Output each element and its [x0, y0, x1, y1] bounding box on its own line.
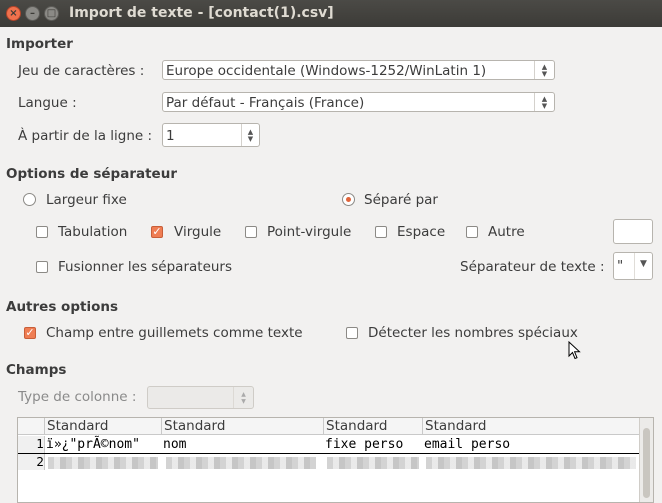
language-label: Langue :: [18, 95, 77, 111]
close-icon: ×: [9, 8, 18, 19]
mouse-cursor-icon: [568, 341, 581, 360]
separated-by-label: Séparé par: [364, 192, 438, 208]
merge-separators-label: Fusionner les séparateurs: [58, 259, 233, 275]
space-label: Espace: [397, 224, 446, 240]
close-window-button[interactable]: ×: [6, 6, 21, 21]
column-type-label: Type de colonne :: [18, 389, 137, 405]
comma-label: Virgule: [174, 224, 222, 240]
check-icon: ✓: [152, 225, 162, 238]
blurred-cell: [426, 457, 636, 469]
detect-special-numbers-checkbox[interactable]: [346, 327, 358, 339]
minimize-icon: –: [30, 8, 35, 19]
column-type-combo[interactable]: ▲ ▼: [147, 386, 254, 409]
comma-checkbox[interactable]: ✓: [151, 226, 163, 238]
from-line-label: À partir de la ligne :: [18, 128, 153, 144]
check-icon: ✓: [25, 326, 35, 339]
other-separator-input[interactable]: [613, 219, 653, 244]
column-header[interactable]: Standard: [45, 418, 162, 435]
separated-by-radio[interactable]: [342, 193, 355, 206]
fixed-width-label: Largeur fixe: [46, 192, 127, 208]
separator-section-title: Options de séparateur: [6, 166, 177, 182]
quoted-as-text-checkbox[interactable]: ✓: [24, 327, 36, 339]
importer-section-title: Importer: [6, 36, 73, 52]
from-line-spinbox[interactable]: 1 ▲ ▼: [162, 123, 260, 147]
text-separator-value: ": [617, 258, 624, 274]
spin-arrows-icon: ▲ ▼: [534, 61, 554, 79]
space-checkbox[interactable]: [375, 226, 387, 238]
row-separator: [18, 453, 639, 454]
text-separator-combo[interactable]: " ▼: [613, 252, 653, 280]
other-checkbox[interactable]: [466, 226, 478, 238]
row-number: 1: [18, 436, 45, 453]
language-value: Par défaut - Français (France): [166, 95, 365, 111]
tab-label: Tabulation: [58, 224, 128, 240]
spin-arrows-icon: ▲ ▼: [233, 387, 253, 408]
merge-separators-checkbox[interactable]: [36, 261, 48, 273]
text-separator-label: Séparateur de texte :: [460, 259, 605, 275]
fixed-width-radio[interactable]: [23, 193, 36, 206]
table-cell[interactable]: ï»¿"prÃ©nom": [46, 436, 140, 453]
table-cell[interactable]: email perso: [424, 436, 510, 453]
charset-value: Europe occidentale (Windows-1252/WinLati…: [166, 63, 487, 79]
table-cell[interactable]: nom: [163, 436, 186, 453]
from-line-value: 1: [166, 128, 175, 144]
charset-label: Jeu de caractères :: [18, 63, 145, 79]
blurred-cell: [166, 457, 316, 469]
blurred-cell: [48, 457, 158, 469]
fields-preview-grid[interactable]: Standard Standard Standard Standard 1 ï»…: [17, 417, 654, 503]
vertical-scrollbar[interactable]: [639, 418, 653, 502]
dropdown-arrow-icon: ▼: [634, 253, 652, 279]
spin-arrows-icon[interactable]: ▲ ▼: [241, 124, 259, 146]
scrollbar-thumb[interactable]: [643, 428, 650, 498]
language-combo[interactable]: Par défaut - Français (France) ▲ ▼: [162, 92, 555, 112]
charset-combo[interactable]: Europe occidentale (Windows-1252/WinLati…: [162, 60, 555, 80]
fields-section-title: Champs: [6, 362, 67, 378]
detect-special-numbers-label: Détecter les nombres spéciaux: [368, 325, 578, 341]
minimize-window-button[interactable]: –: [25, 6, 40, 21]
tab-checkbox[interactable]: [36, 226, 48, 238]
row-header-corner: [18, 418, 45, 435]
semicolon-label: Point-virgule: [267, 224, 352, 240]
column-header[interactable]: Standard: [324, 418, 423, 435]
column-header[interactable]: Standard: [423, 418, 639, 435]
other-options-section-title: Autres options: [6, 299, 119, 315]
window-title: Import de texte - [contact(1).csv]: [69, 5, 334, 21]
row-number: 2: [18, 454, 45, 470]
maximize-icon: □: [46, 8, 57, 19]
other-label: Autre: [488, 224, 525, 240]
table-cell[interactable]: fixe perso: [325, 436, 403, 453]
semicolon-checkbox[interactable]: [245, 226, 257, 238]
quoted-as-text-label: Champ entre guillemets comme texte: [46, 325, 303, 341]
title-bar: × – □ Import de texte - [contact(1).csv]: [0, 0, 662, 27]
column-header[interactable]: Standard: [162, 418, 324, 435]
blurred-cell: [327, 457, 419, 469]
maximize-window-button[interactable]: □: [44, 6, 59, 21]
spin-arrows-icon: ▲ ▼: [534, 93, 554, 111]
